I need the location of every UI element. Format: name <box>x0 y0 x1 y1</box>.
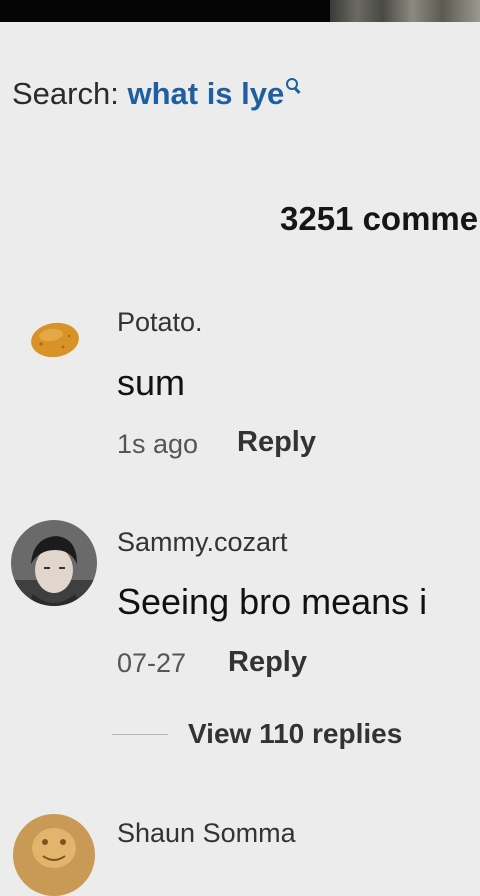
reply-button[interactable]: Reply <box>228 646 307 679</box>
person-photo-icon <box>13 814 95 896</box>
potato-avatar[interactable] <box>29 320 81 360</box>
potato-icon <box>31 322 79 358</box>
view-replies-label: View 110 replies <box>188 718 403 749</box>
view-replies-button[interactable]: View 110 replies <box>112 718 402 750</box>
search-prefix: Search: <box>12 76 119 111</box>
comment-author[interactable]: Sammy.cozart <box>117 527 288 558</box>
comment-text: Seeing bro means i <box>117 581 428 622</box>
user-photo-avatar[interactable] <box>13 814 95 896</box>
comment-text: sum <box>117 362 186 403</box>
comment-time: 07-27 <box>117 648 187 678</box>
comment-author[interactable]: Shaun Somma <box>117 818 296 849</box>
comment-count: 3251 comme <box>280 200 479 237</box>
reply-button[interactable]: Reply <box>237 426 316 459</box>
search-suggestion[interactable]: Search: what is lye <box>12 76 300 112</box>
video-thumbnail-strip <box>330 0 480 22</box>
user-photo-avatar[interactable] <box>11 520 97 606</box>
comment-time: 1s ago <box>117 429 199 459</box>
person-photo-icon <box>11 520 97 606</box>
search-icon <box>286 78 300 92</box>
video-top-bar <box>0 0 480 22</box>
search-query-link[interactable]: what is lye <box>127 76 284 111</box>
comment-author[interactable]: Potato. <box>117 307 203 338</box>
view-replies-divider <box>112 733 168 735</box>
